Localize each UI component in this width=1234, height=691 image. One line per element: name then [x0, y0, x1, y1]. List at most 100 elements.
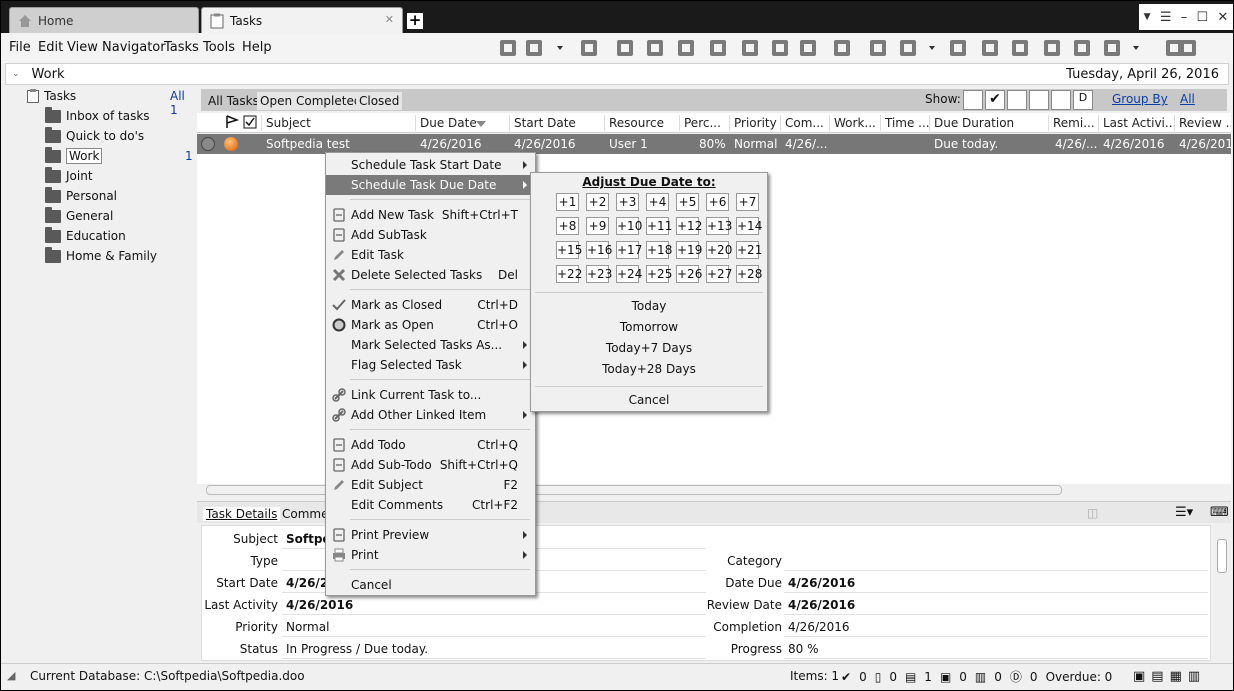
menu-item-cancel[interactable]: Cancel: [326, 575, 535, 595]
minimize-icon[interactable]: –: [1181, 10, 1188, 25]
tree-item-personal[interactable]: Personal: [45, 186, 117, 205]
day-offset-button[interactable]: +25: [646, 265, 672, 283]
person-add-icon[interactable]: [979, 37, 1001, 59]
menu-item-print[interactable]: Print: [326, 545, 535, 565]
close-tab-icon[interactable]: ✕: [385, 13, 394, 26]
day-offset-button[interactable]: +1: [556, 193, 579, 211]
filter-tab-open[interactable]: Open: [257, 92, 296, 110]
clock-icon[interactable]: [947, 37, 969, 59]
menu-item-schedule-task-due-date[interactable]: Schedule Task Due Date: [326, 175, 535, 195]
box-icon[interactable]: [1177, 37, 1199, 59]
filter-tab-closed[interactable]: Closed: [356, 92, 403, 110]
tab-task-details[interactable]: Task Details: [203, 507, 281, 521]
column-header[interactable]: Subject: [266, 116, 416, 130]
layout-1-icon[interactable]: ▣: [1133, 669, 1145, 684]
password-icon[interactable]: [707, 37, 729, 59]
day-offset-button[interactable]: +3: [616, 193, 639, 211]
menu-item-edit-subject[interactable]: Edit Subject F2: [326, 475, 535, 495]
dropdown-icon[interactable]: [557, 46, 563, 50]
task-column-icon[interactable]: [243, 115, 257, 129]
tab-tasks[interactable]: Tasks ✕: [201, 7, 403, 33]
menu-item-link-current-task-to[interactable]: Link Current Task to...: [326, 385, 535, 405]
day-offset-button[interactable]: +12: [676, 217, 702, 235]
day-offset-button[interactable]: +20: [706, 241, 732, 259]
new-tab-button[interactable]: +: [407, 13, 423, 29]
chevron-down-icon[interactable]: ⌄: [12, 69, 20, 79]
check-filter-icon[interactable]: ✔: [985, 90, 1005, 110]
menu-item-add-subtask[interactable]: Add SubTask: [326, 225, 535, 245]
calculator-icon[interactable]: [739, 37, 761, 59]
phone-icon[interactable]: [1071, 37, 1093, 59]
close-window-icon[interactable]: ✕: [1217, 10, 1228, 25]
column-header[interactable]: Review ...: [1179, 116, 1231, 130]
tree-item-quick-to-do-s[interactable]: Quick to do's: [45, 126, 144, 145]
menu-item-add-new-task[interactable]: Add New Task Shift+Ctrl+T: [326, 205, 535, 225]
gear-icon[interactable]: [831, 37, 853, 59]
tree-item-joint[interactable]: Joint: [45, 166, 93, 185]
menu-edit[interactable]: Edit: [38, 40, 63, 55]
column-header[interactable]: Last Activi...: [1103, 116, 1175, 130]
edit-task-icon[interactable]: [523, 37, 545, 59]
dropdown-icon[interactable]: ▼: [1144, 12, 1151, 22]
day-offset-button[interactable]: +27: [706, 265, 732, 283]
tab-home[interactable]: Home: [9, 7, 199, 33]
menu-item-add-sub-todo[interactable]: Add Sub-Todo Shift+Ctrl+Q: [326, 455, 535, 475]
maximize-icon[interactable]: ☐: [1197, 10, 1209, 25]
day-offset-button[interactable]: +2: [586, 193, 609, 211]
submenu-option[interactable]: Today+7 Days: [531, 341, 767, 355]
day-offset-button[interactable]: +19: [676, 241, 702, 259]
document-icon[interactable]: [675, 37, 697, 59]
table-row[interactable]: Softpedia test 4/26/2016 4/26/2016 User …: [197, 134, 1233, 154]
mail-icon[interactable]: [1101, 37, 1123, 59]
list-filter-icon[interactable]: [1007, 90, 1027, 110]
day-offset-button[interactable]: +6: [706, 193, 729, 211]
group-by-link[interactable]: Group By: [1112, 92, 1168, 106]
hamburger-menu-icon[interactable]: ☰: [1160, 10, 1172, 25]
column-header[interactable]: Com...: [785, 116, 831, 130]
menu-item-mark-as-open[interactable]: Mark as Open Ctrl+O: [326, 315, 535, 335]
day-offset-button[interactable]: +10: [616, 217, 642, 235]
filter-tab-completed[interactable]: Completed: [293, 92, 365, 110]
day-offset-button[interactable]: +11: [646, 217, 672, 235]
menu-navigator[interactable]: Navigator: [102, 40, 166, 55]
day-offset-button[interactable]: +28: [736, 265, 762, 283]
clipboard-filter-icon[interactable]: [963, 90, 983, 110]
tree-item-education[interactable]: Education: [45, 226, 126, 245]
menu-item-print-preview[interactable]: Print Preview: [326, 525, 535, 545]
menu-file[interactable]: File: [9, 40, 31, 55]
layout-3-icon[interactable]: ▦: [1170, 669, 1182, 684]
add-note-icon[interactable]: [867, 37, 889, 59]
column-header[interactable]: Due Duration: [934, 116, 1052, 130]
day-offset-button[interactable]: +5: [676, 193, 699, 211]
tree-item-home-family[interactable]: Home & Family: [45, 246, 157, 265]
column-header[interactable]: Perc...: [684, 116, 730, 130]
day-offset-button[interactable]: +8: [556, 217, 579, 235]
menu-tools[interactable]: Tools: [203, 40, 235, 55]
menu-item-mark-as-closed[interactable]: Mark as Closed Ctrl+D: [326, 295, 535, 315]
submenu-option[interactable]: Tomorrow: [531, 320, 767, 334]
globe-icon[interactable]: [614, 37, 636, 59]
tree-item-general[interactable]: General: [45, 206, 113, 225]
person-filter-icon[interactable]: [1029, 90, 1049, 110]
pin-icon[interactable]: [1041, 37, 1063, 59]
flag-column-icon[interactable]: [225, 115, 239, 129]
d-filter-icon[interactable]: D: [1073, 90, 1093, 110]
submenu-option[interactable]: Today+28 Days: [531, 362, 767, 376]
day-offset-button[interactable]: +13: [706, 217, 732, 235]
menu-item-add-other-linked-item[interactable]: Add Other Linked Item: [326, 405, 535, 425]
filter-tab-all[interactable]: All Tasks: [205, 92, 262, 110]
dropdown-icon[interactable]: [1133, 46, 1139, 50]
menu-item-mark-selected-tasks-as[interactable]: Mark Selected Tasks As...: [326, 335, 535, 355]
comment-icon[interactable]: [897, 37, 919, 59]
day-offset-button[interactable]: +21: [736, 241, 762, 259]
new-task-icon[interactable]: [497, 37, 519, 59]
column-header[interactable]: Remi...: [1053, 116, 1099, 130]
search-users-icon[interactable]: [797, 37, 819, 59]
day-offset-button[interactable]: +9: [586, 217, 609, 235]
split-icon[interactable]: ◫: [1087, 506, 1098, 520]
day-offset-button[interactable]: +24: [616, 265, 642, 283]
menu-view[interactable]: View: [67, 40, 98, 55]
dropdown-icon[interactable]: [929, 46, 935, 50]
vertical-scrollbar[interactable]: [1214, 525, 1230, 661]
day-offset-button[interactable]: +15: [556, 241, 582, 259]
